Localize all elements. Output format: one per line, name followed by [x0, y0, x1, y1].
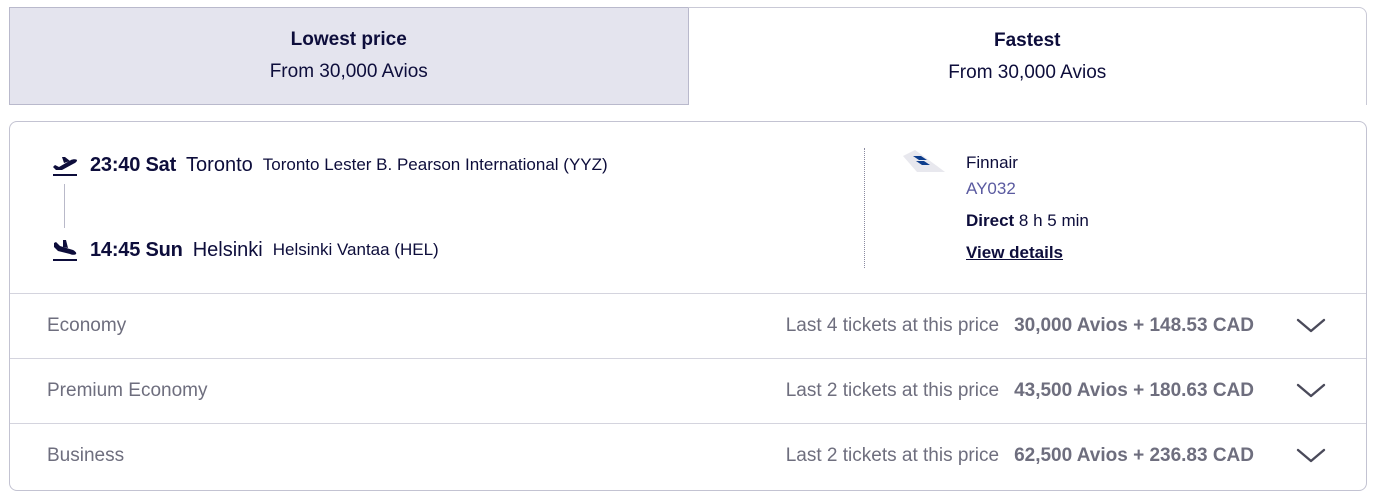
finnair-logo: [903, 148, 945, 174]
duration-value: 8 h 5 min: [1018, 211, 1089, 230]
fare-availability: Last 2 tickets at this price: [785, 380, 1000, 401]
route-connector-line: [64, 184, 65, 228]
fare-availability: Last 4 tickets at this price: [785, 315, 1000, 336]
sort-tabs: Lowest price From 30,000 Avios Fastest F…: [9, 7, 1367, 105]
fare-cabin-label: Premium Economy: [47, 380, 208, 401]
flight-card: 23:40 Sat Toronto Toronto Lester B. Pear…: [9, 121, 1367, 491]
fare-row-economy[interactable]: Economy Last 4 tickets at this price 30,…: [10, 293, 1366, 358]
fare-summary: Last 2 tickets at this price 43,500 Avio…: [786, 359, 1254, 423]
chevron-down-icon[interactable]: [1296, 381, 1326, 401]
fare-summary: Last 2 tickets at this price 62,500 Avio…: [786, 424, 1254, 488]
tab-lowest-price-subtitle: From 30,000 Avios: [269, 61, 428, 82]
chevron-down-icon[interactable]: [1296, 316, 1326, 336]
departure-airport: Toronto Lester B. Pearson International …: [262, 155, 608, 174]
tab-fastest[interactable]: Fastest From 30,000 Avios: [687, 7, 1367, 105]
departure-city: Toronto: [186, 153, 253, 176]
fare-price: 62,500 Avios + 236.83 CAD: [1014, 445, 1254, 466]
fare-availability: Last 2 tickets at this price: [785, 445, 1000, 466]
arrival-city: Helsinki: [192, 238, 263, 261]
tab-fastest-subtitle: From 30,000 Avios: [948, 61, 1107, 83]
fare-row-premium-economy[interactable]: Premium Economy Last 2 tickets at this p…: [10, 358, 1366, 423]
arrival-airport: Helsinki Vantaa (HEL): [272, 240, 439, 259]
departure-segment: 23:40 Sat Toronto Toronto Lester B. Pear…: [50, 152, 608, 178]
landing-icon: [50, 237, 80, 263]
arrival-segment: 14:45 Sun Helsinki Helsinki Vantaa (HEL): [50, 237, 439, 263]
flight-number: AY032: [966, 179, 1016, 198]
fare-row-business[interactable]: Business Last 2 tickets at this price 62…: [10, 423, 1366, 488]
flight-duration: Direct 8 h 5 min: [966, 210, 1089, 232]
tab-fastest-title: Fastest: [993, 29, 1061, 51]
fare-cabin-label: Economy: [47, 315, 127, 336]
tab-lowest-price[interactable]: Lowest price From 30,000 Avios: [9, 7, 688, 105]
fare-price: 43,500 Avios + 180.63 CAD: [1014, 380, 1254, 401]
view-details-link[interactable]: View details: [966, 242, 1063, 264]
itinerary-divider: [864, 148, 865, 268]
takeoff-icon: [50, 152, 80, 178]
airline-name: Finnair: [966, 153, 1018, 172]
airline-info: Finnair AY032 Direct 8 h 5 min View deta…: [966, 152, 1089, 264]
fare-cabin-label: Business: [47, 445, 125, 466]
fare-price: 30,000 Avios + 148.53 CAD: [1014, 315, 1254, 336]
tab-lowest-price-title: Lowest price: [290, 29, 407, 50]
arrival-time: 14:45 Sun: [90, 238, 183, 261]
stops-label: Direct: [966, 211, 1015, 230]
fare-summary: Last 4 tickets at this price 30,000 Avio…: [786, 294, 1254, 358]
chevron-down-icon[interactable]: [1296, 446, 1326, 466]
departure-time: 23:40 Sat: [90, 153, 177, 176]
itinerary: 23:40 Sat Toronto Toronto Lester B. Pear…: [10, 122, 1366, 294]
